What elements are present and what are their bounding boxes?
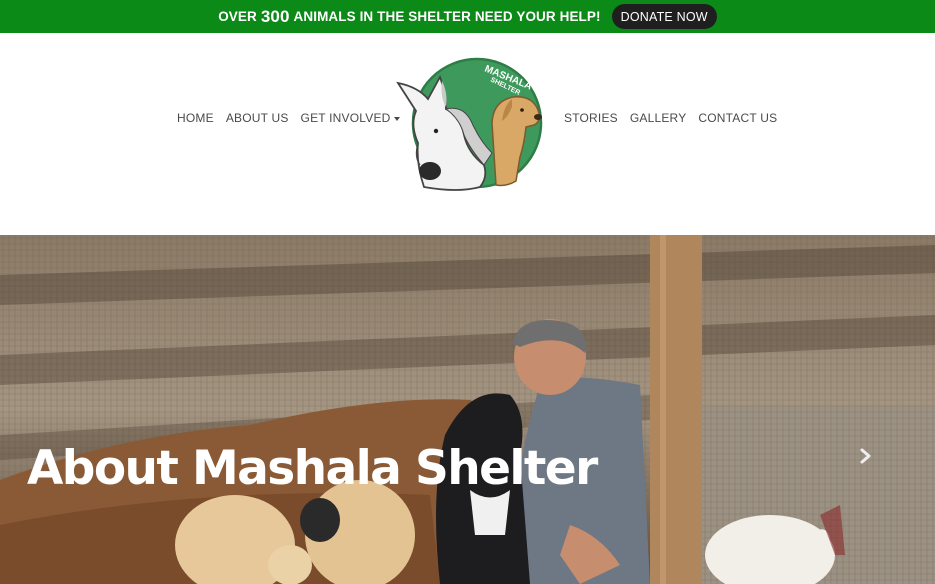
nav-get-involved[interactable]: GET INVOLVED — [301, 111, 400, 125]
hero-photo — [0, 235, 935, 584]
mashala-shelter-logo[interactable]: MASHALA SHELTER — [388, 53, 548, 193]
announcement-suffix: ANIMALS IN THE SHELTER NEED YOUR HELP! — [293, 9, 601, 24]
nav-contact-us[interactable]: CONTACT US — [698, 111, 777, 125]
nav-gallery[interactable]: GALLERY — [630, 111, 687, 125]
announcement-text: OVER 300 ANIMALS IN THE SHELTER NEED YOU… — [218, 7, 600, 27]
primary-nav-left: HOME ABOUT US GET INVOLVED — [177, 111, 412, 125]
primary-nav-right: STORIES GALLERY CONTACT US — [564, 111, 789, 125]
nav-get-involved-label: GET INVOLVED — [300, 111, 391, 125]
nav-about-us[interactable]: ABOUT US — [226, 111, 289, 125]
announcement-prefix: OVER — [218, 9, 257, 24]
donate-now-button[interactable]: DONATE NOW — [611, 4, 717, 29]
announcement-bar: OVER 300 ANIMALS IN THE SHELTER NEED YOU… — [0, 0, 935, 33]
hero-banner: About Mashala Shelter — [0, 235, 935, 584]
announcement-count: 300 — [260, 6, 290, 26]
hero-title: About Mashala Shelter — [27, 441, 598, 496]
site-header: HOME ABOUT US GET INVOLVED MASHALA SHELT… — [0, 33, 935, 235]
nav-home[interactable]: HOME — [177, 111, 214, 125]
nav-stories[interactable]: STORIES — [564, 111, 618, 125]
chevron-right-icon[interactable] — [856, 443, 876, 469]
